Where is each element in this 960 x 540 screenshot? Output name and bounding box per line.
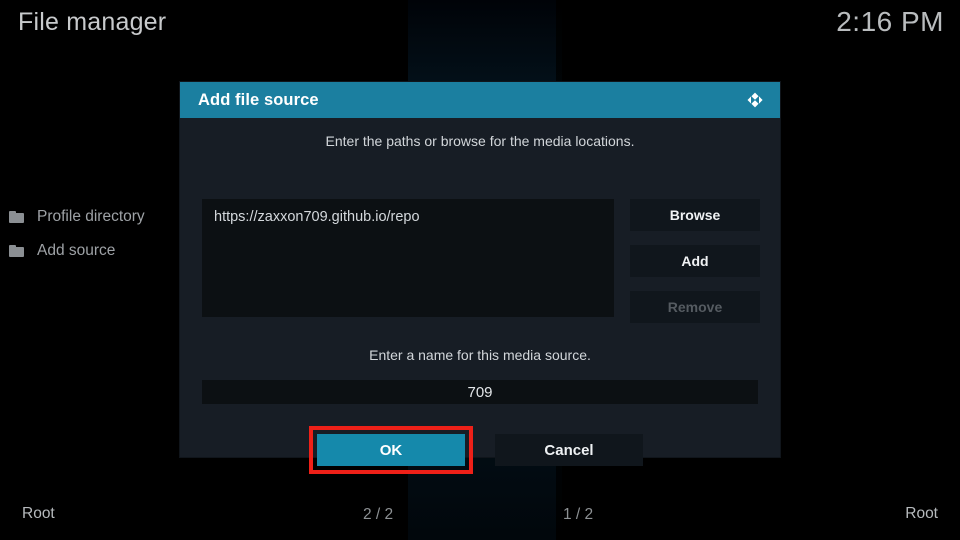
page-title: File manager [18,8,167,36]
clock: 2:16 PM [836,6,944,37]
add-button[interactable]: Add [630,245,760,277]
sidebar-item-label: Profile directory [37,208,145,225]
source-name-value: 709 [467,383,493,401]
sidebar-item-add-source[interactable]: Add source [0,234,200,268]
folder-icon [9,245,24,257]
top-bar: File manager 2:16 PM [0,0,960,55]
sidebar-item-profile-directory[interactable]: Profile directory [0,200,200,234]
path-value: https://zaxxon709.github.io/repo [214,209,420,225]
add-file-source-dialog: Add file source Enter the paths or brows… [180,82,780,474]
path-hint-label: Enter the paths or browse for the media … [325,133,635,149]
kodi-screen: File manager 2:16 PM Profile directory A… [0,0,960,540]
dialog-title: Add file source [198,90,319,109]
path-input[interactable]: https://zaxxon709.github.io/repo [202,199,614,317]
dialog-header: Add file source [180,82,780,118]
name-hint-label: Enter a name for this media source. [369,347,591,363]
kodi-logo-icon [740,85,770,115]
ok-button[interactable]: OK [317,434,465,466]
cancel-button[interactable]: Cancel [495,434,643,466]
remove-button: Remove [630,291,760,323]
dialog-body: Enter the paths or browse for the media … [180,118,780,474]
browse-button[interactable]: Browse [630,199,760,231]
left-panel-page: 2 / 2 [363,506,394,523]
left-panel-path: Root [22,505,55,522]
source-name-input[interactable]: 709 [202,380,758,404]
file-source-list: Profile directory Add source [0,200,200,268]
dialog-footer-buttons: OK Cancel [180,426,780,474]
right-panel-path: Root [905,505,938,522]
right-panel-page: 1 / 2 [563,506,594,523]
sidebar-item-label: Add source [37,242,116,259]
ok-button-highlight: OK [309,426,473,474]
path-action-buttons: Browse Add Remove [630,199,760,337]
folder-icon [9,211,24,223]
bottom-status-bar: Root 2 / 2 1 / 2 Root [0,495,960,540]
